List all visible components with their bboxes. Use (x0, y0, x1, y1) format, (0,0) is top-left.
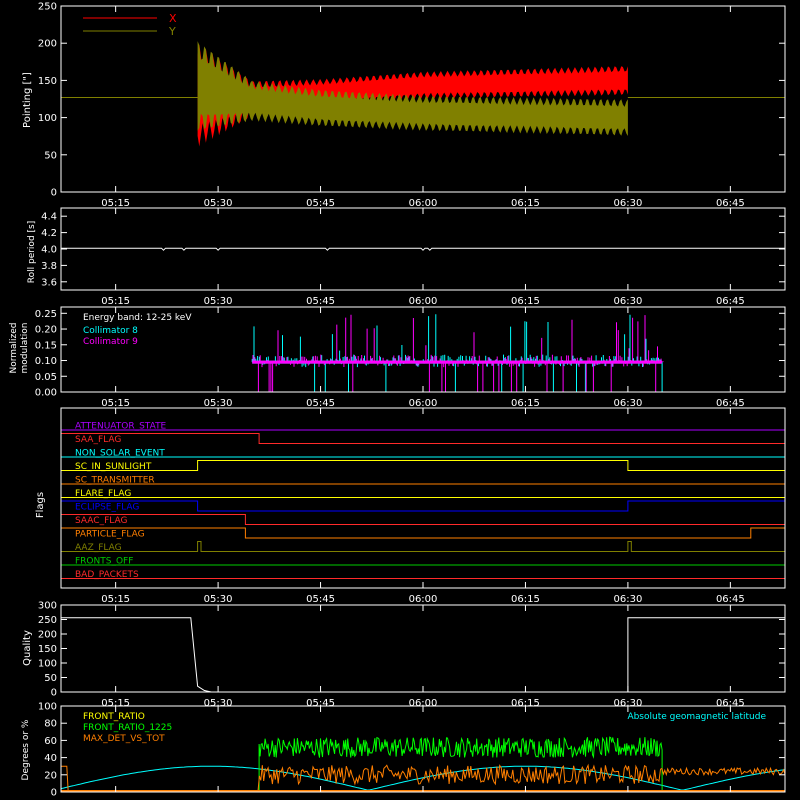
quality-ytick-label: 50 (44, 673, 57, 684)
roll-ytick-label: 3.6 (41, 277, 57, 288)
modulation-xtick-label: 05:15 (101, 398, 130, 409)
flag-fronts-off-label: FRONTS_OFF (75, 557, 133, 567)
legend-max-det-vs-tot: MAX_DET_VS_TOT (83, 734, 165, 744)
modulation-ytick-label: 0.00 (35, 388, 57, 399)
roll-xtick-label: 06:15 (511, 296, 540, 307)
flags-xtick-label: 05:15 (101, 594, 130, 605)
quality-ytick-label: 200 (38, 630, 57, 641)
quality-ytick-label: 0 (51, 688, 57, 699)
roll-ytick-label: 4.2 (41, 228, 57, 239)
modulation-ylabel-line1: Normalized (9, 322, 19, 373)
pointing-ytick-label: 150 (38, 76, 57, 87)
flags-xtick-label: 06:30 (613, 594, 642, 605)
modulation-xtick-label: 06:15 (511, 398, 540, 409)
flag-flare-flag-label: FLARE_FLAG (75, 489, 131, 499)
flags-xtick-label: 05:45 (306, 594, 335, 605)
flag-attenuator-state-label: ATTENUATOR_STATE (75, 422, 167, 432)
flags-xtick-label: 06:15 (511, 594, 540, 605)
roll-xtick-label: 05:30 (204, 296, 233, 307)
quality-ytick-label: 150 (38, 644, 57, 655)
legend-y-label: Y (168, 25, 176, 38)
modulation-xtick-label: 06:00 (409, 398, 438, 409)
quality-ytick-label: 300 (38, 601, 57, 612)
pointing-xtick-label: 05:45 (306, 198, 335, 209)
modulation-ylabel-line2: modulation (20, 323, 30, 374)
modulation-annotation: Energy band: 12-25 keV (83, 313, 192, 323)
flags-xtick-label: 05:30 (204, 594, 233, 605)
legend-front-ratio-1225: FRONT_RATIO_1225 (83, 723, 172, 733)
flag-saa-flag-label: SAA_FLAG (75, 435, 121, 445)
ratios-ytick-label: 20 (44, 770, 57, 781)
pointing-xtick-label: 06:00 (409, 198, 438, 209)
pointing-ytick-label: 50 (44, 150, 57, 161)
ratios-ytick-label: 100 (38, 702, 57, 713)
pointing-xtick-label: 06:45 (716, 198, 745, 209)
pointing-ytick-label: 250 (38, 2, 57, 13)
flags-ylabel: Flags (35, 492, 46, 518)
modulation-ytick-label: 0.25 (35, 309, 57, 320)
pointing-xtick-label: 06:15 (511, 198, 540, 209)
roll-xtick-label: 06:45 (716, 296, 745, 307)
ratios-ylabel: Degrees or % (21, 719, 31, 780)
ratios-ytick-label: 60 (44, 736, 57, 747)
legend-front-ratio: FRONT_RATIO (83, 712, 145, 722)
roll-ytick-label: 4.4 (41, 212, 57, 223)
modulation-ytick-label: 0.05 (35, 372, 57, 383)
rhessi-quicklook-chart: XY Collimator 8Collimator 9 ATTENUATOR_STA… (0, 0, 800, 800)
roll-xtick-label: 05:45 (306, 296, 335, 307)
pointing-xtick-label: 05:15 (101, 198, 130, 209)
pointing-ytick-label: 100 (38, 113, 57, 124)
pointing-ylabel: Pointing ["] (22, 72, 33, 128)
pointing-ytick-label: 200 (38, 39, 57, 50)
pointing-xtick-label: 05:30 (204, 198, 233, 209)
roll-ytick-label: 3.8 (41, 261, 57, 272)
pointing-xtick-label: 06:30 (613, 198, 642, 209)
modulation-xtick-label: 06:30 (613, 398, 642, 409)
quality-ytick-label: 100 (38, 659, 57, 670)
modulation-xtick-label: 05:30 (204, 398, 233, 409)
legend-collimator-9: Collimator 9 (83, 337, 138, 347)
ratios-annotation: Absolute geomagnetic latitude (627, 712, 766, 722)
roll-xtick-label: 05:15 (101, 296, 130, 307)
quality-ylabel: Quality (22, 630, 33, 666)
ratios-ytick-label: 0 (51, 788, 57, 799)
modulation-xtick-label: 06:45 (716, 398, 745, 409)
flag-saac-flag-label: SAAC_FLAG (75, 516, 127, 526)
roll-xtick-label: 06:30 (613, 296, 642, 307)
ratios-ytick-label: 40 (44, 753, 57, 764)
flag-sc-transmitter-label: SC_TRANSMITTER (75, 476, 155, 486)
ratios-ytick-label: 80 (44, 719, 57, 730)
flags-xtick-label: 06:00 (409, 594, 438, 605)
pointing-ytick-label: 0 (51, 188, 57, 199)
flag-eclipse-flag-label: ECLIPSE_FLAG (75, 503, 139, 513)
modulation-ytick-label: 0.15 (35, 340, 57, 351)
roll-xtick-label: 06:00 (409, 296, 438, 307)
legend-collimator-8: Collimator 8 (83, 326, 138, 336)
legend-x-label: X (169, 12, 177, 25)
quality-ytick-label: 250 (38, 615, 57, 626)
flag-aaz-flag-label: AAZ_FLAG (75, 543, 122, 553)
flag-non-solar-event-label: NON_SOLAR_EVENT (75, 449, 165, 459)
modulation-ytick-label: 0.10 (35, 356, 57, 367)
flag-bad-packets-label: BAD_PACKETS (75, 570, 139, 580)
flag-sc-in-sunlight-label: SC_IN_SUNLIGHT (75, 462, 152, 472)
flag-particle-flag-label: PARTICLE_FLAG (75, 530, 145, 540)
roll-ylabel: Roll period [s] (27, 221, 37, 283)
modulation-xtick-label: 05:45 (306, 398, 335, 409)
modulation-ytick-label: 0.20 (35, 325, 57, 336)
flags-xtick-label: 06:45 (716, 594, 745, 605)
roll-ytick-label: 4.0 (41, 245, 57, 256)
